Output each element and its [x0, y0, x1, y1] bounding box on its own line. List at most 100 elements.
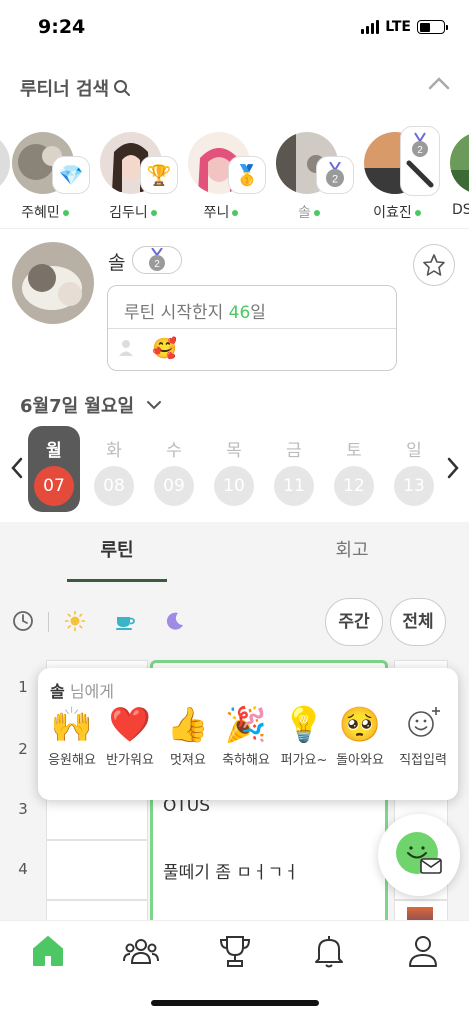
clock-icon[interactable] [12, 610, 34, 632]
badge-icon: 🏆 [140, 156, 178, 194]
friends-list: 💎 주혜민 🏆 김두니 🥇 쭈니 2 솔 2 이효진 DS [0, 124, 469, 224]
tab-routine[interactable]: 루틴 [0, 522, 234, 584]
weekly-button[interactable]: 주간 [325, 598, 383, 646]
moon-icon[interactable] [164, 610, 186, 632]
medal-icon: 2 [149, 248, 165, 271]
routine-cell[interactable] [394, 900, 448, 920]
reaction-share[interactable]: 💡 퍼가요~ [276, 704, 332, 770]
chevron-down-icon [147, 401, 162, 410]
svg-text:2: 2 [154, 259, 160, 270]
medal-icon: 2 [400, 126, 440, 196]
divider [0, 228, 469, 229]
reaction-cheer[interactable]: 🙌 응원해요 [44, 704, 100, 770]
friend-name: DS [452, 202, 469, 218]
routine-cell[interactable] [46, 840, 148, 900]
online-dot [414, 210, 421, 216]
chevron-up-icon[interactable] [425, 70, 453, 98]
reaction-come-back[interactable]: 🥺 돌아와요 [332, 704, 388, 770]
friend-item[interactable]: 💎 주혜민 [12, 124, 92, 224]
friend-name: 이효진 [373, 205, 412, 221]
chevron-left-icon[interactable] [8, 456, 26, 480]
day-item[interactable]: 월 07 [28, 426, 80, 512]
online-dot [232, 210, 239, 216]
friend-item[interactable]: DS [450, 124, 469, 224]
date-selector[interactable]: 6월7일 월요일 [20, 392, 162, 418]
reaction-custom[interactable]: 직접입력 [392, 704, 454, 770]
day-item[interactable]: 수 09 [148, 426, 200, 512]
badge-icon: 💎 [52, 156, 90, 194]
online-dot [62, 210, 69, 216]
day-item[interactable]: 금 11 [268, 426, 320, 512]
raised-hands-icon: 🙌 [50, 705, 94, 745]
smiley-add-icon [408, 707, 440, 737]
reaction-congrats[interactable]: 🎉 축하해요 [218, 704, 274, 770]
filter-bar: 주간 전체 [0, 584, 469, 658]
friend-name: 김두니 [109, 205, 148, 221]
status-time: 9:24 [38, 16, 86, 38]
trophy-icon[interactable] [215, 931, 255, 971]
friend-name: 솔 [298, 205, 311, 221]
popup-recipient: 솔 [50, 682, 65, 701]
message-fab[interactable] [378, 814, 460, 896]
home-icon[interactable] [28, 931, 68, 971]
profile-name: 솔 [108, 252, 126, 274]
routine-cell[interactable] [46, 900, 148, 920]
star-icon [423, 254, 445, 276]
tab-review[interactable]: 회고 [235, 522, 469, 584]
status-bar: 9:24 LTE [0, 0, 469, 58]
pleading-face-icon: 🥺 [338, 705, 382, 745]
date-label: 6월7일 월요일 [20, 396, 135, 417]
tab-bar: 루틴 회고 [0, 522, 469, 584]
friend-item[interactable]: 🥇 쭈니 [188, 124, 268, 224]
friend-name: 주혜민 [21, 205, 60, 221]
profile-icon[interactable] [403, 931, 443, 971]
svg-text:2: 2 [417, 145, 423, 156]
search-header: 루티너 검색 [0, 58, 469, 114]
network-label: LTE [385, 19, 411, 35]
search-icon [114, 80, 131, 96]
reaction-emoji: 🥰 [152, 336, 177, 360]
reaction-popup: 솔 님에게 🙌 응원해요 ❤️ 반가워요 👍 멋져요 🎉 축하해요 💡 퍼가요~ 🥺 돌아와… [38, 668, 458, 800]
chevron-right-icon[interactable] [444, 456, 462, 480]
svg-text:2: 2 [332, 174, 338, 186]
medal-icon: 2 [316, 156, 354, 194]
day-item[interactable]: 일 13 [388, 426, 440, 512]
friends-icon[interactable] [121, 931, 161, 971]
week-strip: 월 07 화 08 수 09 목 10 금 11 토 12 일 13 [0, 426, 469, 514]
reaction-cool[interactable]: 👍 멋져요 [160, 704, 216, 770]
day-item[interactable]: 토 12 [328, 426, 380, 512]
routine-info-box: 루틴 시작한지 46일 🥰 [107, 285, 397, 371]
person-icon [119, 340, 133, 356]
search-button[interactable]: 루티너 검색 [20, 75, 131, 101]
friend-item[interactable]: 2 이효진 [364, 124, 444, 224]
row-number: 4 [18, 860, 28, 878]
search-title: 루티너 검색 [20, 79, 110, 100]
badge-icon: 🥇 [228, 156, 266, 194]
reaction-welcome[interactable]: ❤️ 반가워요 [102, 704, 158, 770]
medal-badge: 2 [132, 246, 182, 274]
row-number: 3 [18, 800, 28, 818]
party-popper-icon: 🎉 [224, 705, 268, 745]
avatar [450, 132, 469, 194]
online-dot [313, 210, 320, 216]
favorite-button[interactable] [413, 244, 455, 286]
routine-cell[interactable] [150, 900, 388, 920]
friend-name: 쭈니 [203, 205, 230, 221]
routine-cell[interactable]: 풀떼기 좀 ㅁㅓㄱㅓ [150, 840, 388, 900]
all-button[interactable]: 전체 [390, 598, 446, 646]
smiley-message-icon [396, 832, 442, 874]
friend-item[interactable]: 🏆 김두니 [100, 124, 180, 224]
light-bulb-icon: 💡 [282, 705, 326, 745]
cup-icon[interactable] [114, 610, 136, 632]
day-item[interactable]: 화 08 [88, 426, 140, 512]
profile-card: 솔 2 루틴 시작한지 46일 🥰 [0, 230, 469, 380]
signal-icon [361, 20, 380, 34]
friend-item[interactable]: 2 솔 [276, 124, 356, 224]
online-dot [150, 210, 157, 216]
day-item[interactable]: 목 10 [208, 426, 260, 512]
bell-icon[interactable] [309, 931, 349, 971]
thumbs-up-icon: 👍 [166, 705, 210, 745]
heart-icon: ❤️ [108, 705, 152, 745]
profile-avatar[interactable] [12, 242, 94, 324]
sun-icon[interactable] [64, 610, 86, 632]
